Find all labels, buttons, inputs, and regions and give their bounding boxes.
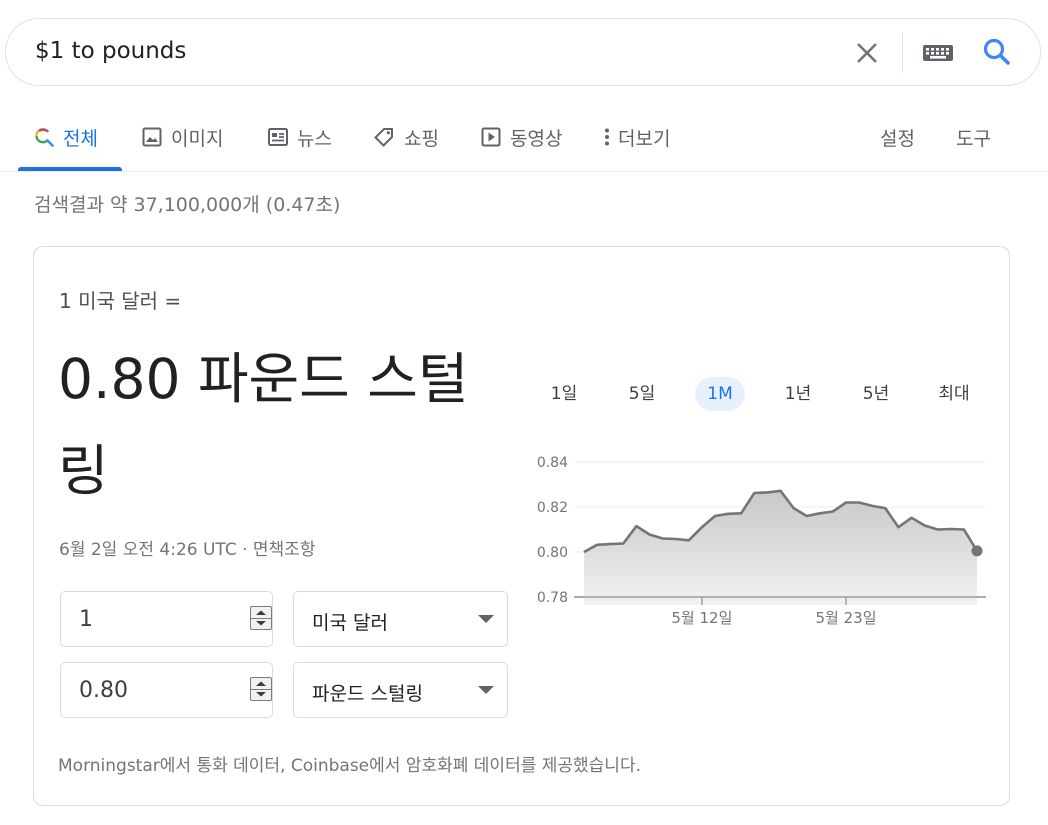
converter-timestamp: 6월 2일 오전 4:26 UTC · 면책조항 <box>59 535 315 560</box>
series-area <box>584 490 977 605</box>
tab-videos[interactable]: 동영상 <box>481 120 562 154</box>
range-1d[interactable]: 1일 <box>539 377 589 411</box>
y-tick-label: 0.78 <box>537 590 568 606</box>
exchange-rate-chart[interactable]: 0.84 0.82 0.80 0.78 5월 12일 5월 23일 <box>524 447 996 637</box>
data-source-note: Morningstar에서 통화 데이터, Coinbase에서 암호화폐 데이… <box>58 756 641 776</box>
tab-images[interactable]: 이미지 <box>142 120 223 154</box>
tools-link[interactable]: 도구 <box>956 120 991 154</box>
tab-more[interactable]: 더보기 <box>604 120 670 154</box>
y-tick-label: 0.82 <box>537 500 568 516</box>
from-amount-input[interactable] <box>61 592 241 646</box>
tab-news-label: 뉴스 <box>297 127 332 150</box>
from-currency-select[interactable]: 미국 달러 <box>293 591 508 647</box>
search-bar-divider <box>902 32 903 73</box>
tab-all[interactable]: 전체 <box>34 120 98 154</box>
tab-videos-label: 동영상 <box>510 127 563 150</box>
to-currency-label: 파운드 스털링 <box>312 683 423 705</box>
converter-from-line: 1 미국 달러 = <box>59 289 182 313</box>
to-currency-select[interactable]: 파운드 스털링 <box>293 662 508 718</box>
search-input[interactable]: $1 to pounds <box>35 35 186 67</box>
last-value-marker <box>971 545 983 557</box>
close-icon[interactable] <box>852 38 882 68</box>
chevron-down-icon <box>478 686 494 694</box>
keyboard-icon[interactable] <box>922 41 954 65</box>
tag-icon <box>374 128 393 147</box>
play-icon <box>481 127 501 147</box>
tab-all-label: 전체 <box>63 127 98 150</box>
news-icon <box>268 128 288 146</box>
timestamp-text: 6월 2일 오전 4:26 UTC <box>59 540 237 560</box>
y-tick-label: 0.84 <box>537 455 568 471</box>
settings-link[interactable]: 설정 <box>880 120 915 154</box>
timestamp-separator: · <box>242 540 248 560</box>
to-amount-field <box>60 662 273 718</box>
range-5d[interactable]: 5일 <box>617 377 667 411</box>
active-tab-indicator <box>18 167 122 171</box>
y-tick-label: 0.80 <box>537 545 568 561</box>
to-amount-stepper[interactable] <box>250 677 272 701</box>
disclaimer-link[interactable]: 면책조항 <box>253 540 316 560</box>
google-search-icon <box>35 128 54 147</box>
search-tabs: 전체 이미지 뉴스 쇼핑 동영상 더보기 설정 도구 <box>0 100 1048 172</box>
tab-images-label: 이미지 <box>171 127 224 150</box>
more-vert-icon <box>605 128 609 146</box>
image-icon <box>142 127 162 147</box>
range-max[interactable]: 최대 <box>929 377 979 411</box>
tab-shopping-label: 쇼핑 <box>404 127 439 150</box>
range-5y[interactable]: 5년 <box>851 377 901 411</box>
from-currency-label: 미국 달러 <box>312 612 388 634</box>
tab-more-label: 더보기 <box>618 127 671 150</box>
chevron-down-icon <box>478 615 494 623</box>
tab-news[interactable]: 뉴스 <box>268 120 332 154</box>
tab-shopping[interactable]: 쇼핑 <box>373 120 439 154</box>
x-tick-label: 5월 12일 <box>671 609 732 627</box>
x-tick-label: 5월 23일 <box>816 609 877 627</box>
result-stats: 검색결과 약 37,100,000개 (0.47초) <box>34 194 341 216</box>
range-1y[interactable]: 1년 <box>773 377 823 411</box>
from-amount-stepper[interactable] <box>250 606 272 630</box>
range-1m[interactable]: 1M <box>695 377 745 411</box>
search-icon[interactable] <box>981 36 1013 68</box>
converter-result: 0.80 파운드 스털링 <box>58 347 469 503</box>
to-amount-input[interactable] <box>61 663 241 717</box>
currency-converter-card: 1 미국 달러 = 0.80 파운드 스털링 6월 2일 오전 4:26 UTC… <box>33 246 1010 806</box>
from-amount-field <box>60 591 273 647</box>
search-bar[interactable]: $1 to pounds <box>5 18 1041 86</box>
